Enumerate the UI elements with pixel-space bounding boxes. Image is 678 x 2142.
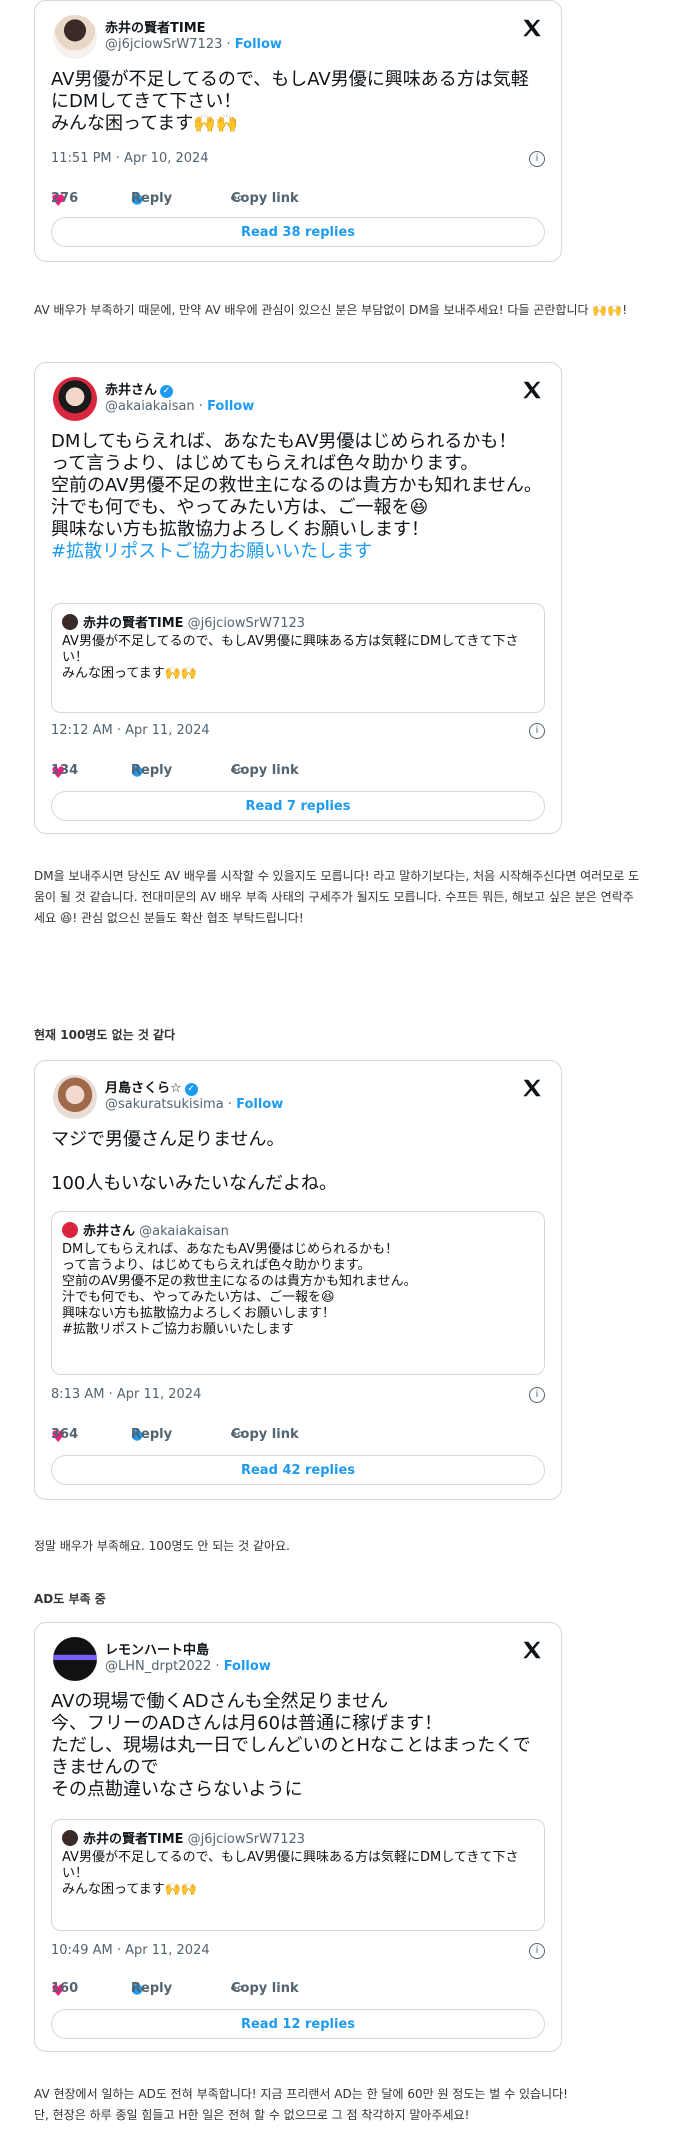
quoted-handle: @j6jciowSrW7123 [187,1832,306,1847]
quoted-text: AV男優が不足してるので、もしAV男優に興味ある方は気軽にDMしてきて下さい！ … [62,634,519,681]
tweet-card: レモンハート中島 @LHN_drpt2022 · Follow AVの現場で働く… [34,1622,562,2052]
tweet-card: 赤井の賢者TIME @j6jciowSrW7123 · Follow AV男優が… [34,0,562,262]
korean-translation: 정말 배우가 부족해요. 100명도 안 되는 것 같아요. [34,1539,290,1553]
verified-badge-icon: ✓ [184,1083,198,1096]
read-replies-button[interactable]: Read 7 replies [51,791,545,821]
tweet-actions: ♥ 134 ● Reply ⚯ Copy link [51,763,545,785]
avatar[interactable] [53,1637,97,1681]
tweet-actions: ♥ 160 ● Reply ⚯ Copy link [51,1981,545,2003]
korean-translation: AV 배우가 부족하기 때문에, 만약 AV 배우에 관심이 있으신 분은 부담… [34,303,628,317]
reply-label: Reply [131,763,173,778]
handle-text: @akaiakaisan [105,399,195,414]
tweet-header: 月島さくら☆ ✓ @sakuratsukisima · Follow [53,1075,543,1119]
quoted-name: 赤井の賢者TIME [83,616,184,631]
quoted-handle: @akaiakaisan [139,1224,229,1239]
tweet-card: 赤井さん ✓ @akaiakaisan · Follow DMしてもらえれば、あな… [34,362,562,834]
x-logo-icon[interactable] [521,379,543,401]
quoted-header: 赤井の賢者TIME @j6jciowSrW7123 [62,612,305,631]
follow-button[interactable]: Follow [235,37,282,52]
timestamp[interactable]: 10:49 AM · Apr 11, 2024 [51,1943,210,1958]
name-text: 赤井さん [105,383,158,398]
tweet-header: 赤井さん ✓ @akaiakaisan · Follow [53,377,543,421]
quoted-name: 赤井さん [83,1224,136,1239]
tweet-text: AVの現場で働くADさんも全然足りません 今、フリーのADさんは月60は普通に稼… [51,1691,531,1800]
copy-link-label: Copy link [231,1981,299,1996]
tweet-card: 月島さくら☆ ✓ @sakuratsukisima · Follow マジで男優さ… [34,1060,562,1500]
handle-text: @sakuratsukisima [105,1097,224,1112]
like-count: 364 [51,1427,79,1442]
avatar[interactable] [53,15,97,59]
section-heading: 현재 100명도 없는 것 같다 [34,1028,176,1042]
user-handle[interactable]: @akaiakaisan · Follow [105,399,254,414]
korean-translation: AV 현장에서 일하는 AD도 전혀 부족합니다! 지금 프리랜서 AD는 한 … [34,2087,568,2122]
read-replies-button[interactable]: Read 12 replies [51,2009,545,2039]
display-name[interactable]: レモンハート中島 [105,1639,209,1658]
info-icon[interactable]: i [529,151,545,167]
quoted-tweet[interactable]: 赤井の賢者TIME @j6jciowSrW7123 AV男優が不足してるので、も… [51,1819,545,1931]
info-icon[interactable]: i [529,723,545,739]
quoted-avatar [62,1830,78,1846]
tweet-actions: ♥ 364 ● Reply ⚯ Copy link [51,1427,545,1449]
tweet-actions: ♥ 276 ● Reply ⚯ Copy link [51,191,545,213]
avatar[interactable] [53,377,97,421]
section-heading: AD도 부족 중 [34,1592,106,1606]
quoted-avatar [62,614,78,630]
quoted-name: 赤井の賢者TIME [83,1832,184,1847]
timestamp[interactable]: 11:51 PM · Apr 10, 2024 [51,151,209,166]
user-handle[interactable]: @LHN_drpt2022 · Follow [105,1659,271,1674]
tweet-text: AV男優が不足してるので、もしAV男優に興味ある方は気軽にDMしてきて下さい！ … [51,69,529,134]
quoted-tweet[interactable]: 赤井の賢者TIME @j6jciowSrW7123 AV男優が不足してるので、も… [51,603,545,713]
like-count: 134 [51,763,79,778]
follow-button[interactable]: Follow [236,1097,283,1112]
hashtag-link[interactable]: #拡散リポストご協力お願いいたします [51,541,372,562]
read-replies-button[interactable]: Read 42 replies [51,1455,545,1485]
timestamp[interactable]: 8:13 AM · Apr 11, 2024 [51,1387,201,1402]
like-count: 160 [51,1981,79,1996]
avatar[interactable] [53,1075,97,1119]
display-name[interactable]: 赤井さん ✓ [105,379,174,398]
display-name[interactable]: 赤井の賢者TIME [105,17,206,36]
reply-label: Reply [131,191,173,206]
quoted-text: DMしてもらえれば、あなたもAV男優はじめられるかも！ って言うより、はじめても… [62,1242,417,1337]
quoted-header: 赤井さん @akaiakaisan [62,1220,229,1239]
tweet-text: マジで男優さん足りません。 100人もいないみたいなんだよね。 [51,1129,337,1194]
read-replies-button[interactable]: Read 38 replies [51,217,545,247]
verified-badge-icon: ✓ [160,385,174,398]
x-logo-icon[interactable] [521,17,543,39]
like-count: 276 [51,191,79,206]
quoted-text: AV男優が不足してるので、もしAV男優に興味ある方は気軽にDMしてきて下さい！ … [62,1850,519,1897]
info-icon[interactable]: i [529,1387,545,1403]
handle-text: @j6jciowSrW7123 [105,37,223,52]
quoted-avatar [62,1222,78,1238]
display-name[interactable]: 月島さくら☆ ✓ [105,1077,198,1096]
tweet-header: レモンハート中島 @LHN_drpt2022 · Follow [53,1637,543,1681]
x-logo-icon[interactable] [521,1639,543,1661]
user-handle[interactable]: @sakuratsukisima · Follow [105,1097,283,1112]
name-text: 月島さくら☆ [105,1081,182,1096]
handle-text: @LHN_drpt2022 [105,1659,212,1674]
copy-link-label: Copy link [231,1427,299,1442]
quoted-handle: @j6jciowSrW7123 [187,616,306,631]
tweet-text: DMしてもらえれば、あなたもAV男優はじめられるかも！ って言うより、はじめても… [51,431,545,563]
korean-translation: DM을 보내주시면 당신도 AV 배우를 시작할 수 있을지도 모릅니다! 라고… [34,869,640,925]
x-logo-icon[interactable] [521,1077,543,1099]
reply-label: Reply [131,1981,173,1996]
timestamp[interactable]: 12:12 AM · Apr 11, 2024 [51,723,210,738]
quoted-tweet[interactable]: 赤井さん @akaiakaisan DMしてもらえれば、あなたもAV男優はじめら… [51,1211,545,1375]
follow-button[interactable]: Follow [224,1659,271,1674]
follow-button[interactable]: Follow [207,399,254,414]
copy-link-label: Copy link [231,763,299,778]
tweet-header: 赤井の賢者TIME @j6jciowSrW7123 · Follow [53,15,543,59]
tweet-text-main: DMしてもらえれば、あなたもAV男優はじめられるかも！ って言うより、はじめても… [51,431,542,540]
user-handle[interactable]: @j6jciowSrW7123 · Follow [105,37,282,52]
copy-link-label: Copy link [231,191,299,206]
quoted-header: 赤井の賢者TIME @j6jciowSrW7123 [62,1828,305,1847]
info-icon[interactable]: i [529,1943,545,1959]
reply-label: Reply [131,1427,173,1442]
